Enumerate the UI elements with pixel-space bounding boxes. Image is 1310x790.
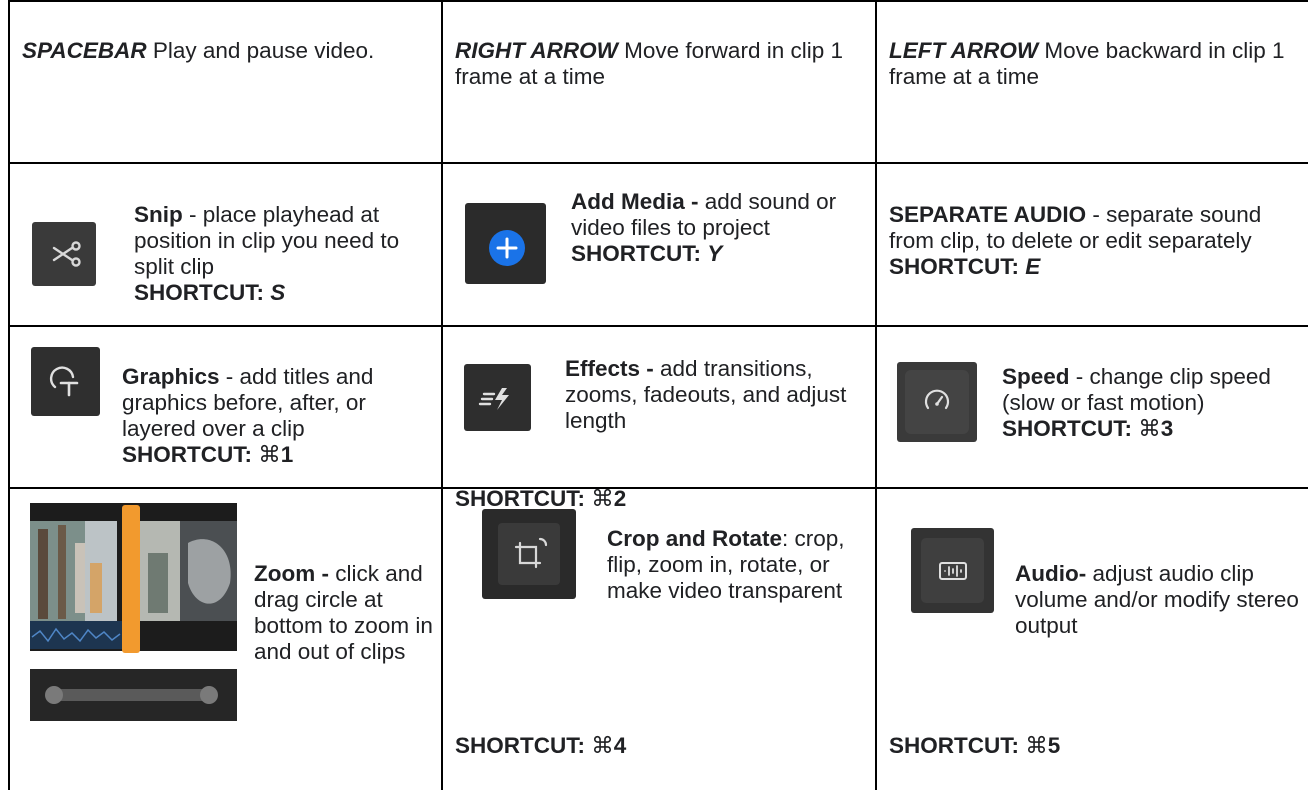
audio-waveform-icon (911, 528, 994, 613)
shortcut-label: SHORTCUT: (455, 486, 592, 511)
shortcut-label: SHORTCUT: (889, 733, 1026, 758)
crop-rotate-shortcut: SHORTCUT: ⌘4 (455, 707, 855, 759)
command-symbol: ⌘ (1025, 733, 1048, 758)
tool-title: Crop and Rotate (607, 526, 783, 551)
table-divider-1 (441, 0, 443, 790)
tool-title: Zoom - (254, 561, 329, 586)
timeline-zoom-thumbnail (30, 503, 237, 721)
shortcut-label: SHORTCUT: (134, 280, 271, 305)
shortcut-key: 5 (1047, 733, 1061, 758)
table-border-left (8, 0, 10, 790)
shortcut-label: SHORTCUT: (122, 442, 259, 467)
tool-title: Add Media - (571, 189, 699, 214)
effects-cell: Effects - add transitions, zooms, fadeou… (565, 330, 865, 434)
command-symbol: ⌘ (591, 733, 614, 758)
shortcut-key-name: RIGHT ARROW (455, 38, 618, 63)
shortcut-key-name: LEFT ARROW (889, 38, 1039, 63)
tool-title: Effects - (565, 356, 654, 381)
effects-icon (464, 364, 531, 431)
shortcut-label: SHORTCUT: (1002, 416, 1139, 441)
shortcut-key: S (270, 280, 286, 305)
shortcut-label: SHORTCUT: (571, 241, 708, 266)
shortcut-label: SHORTCUT: (455, 733, 592, 758)
add-media-cell: Add Media - add sound or video files to … (571, 163, 856, 267)
tool-title: Snip (134, 202, 183, 227)
shortcut-table: SPACEBAR Play and pause video. RIGHT ARR… (8, 0, 1308, 790)
shortcut-key: 4 (613, 733, 627, 758)
table-border-top (8, 0, 1308, 2)
left-arrow-cell: LEFT ARROW Move backward in clip 1 frame… (889, 12, 1299, 90)
speedometer-icon (897, 362, 977, 442)
row-divider-2 (8, 325, 1308, 327)
crop-rotate-cell: Crop and Rotate: crop, flip, zoom in, ro… (607, 500, 862, 604)
graphics-icon (31, 347, 100, 416)
spacebar-cell: SPACEBAR Play and pause video. (22, 12, 422, 64)
shortcut-key: 3 (1160, 416, 1174, 441)
shortcut-label: SHORTCUT: (889, 254, 1026, 279)
right-arrow-cell: RIGHT ARROW Move forward in clip 1 frame… (455, 12, 860, 90)
table-divider-2 (875, 0, 877, 790)
audio-cell: Audio- adjust audio clip volume and/or m… (1015, 535, 1305, 639)
scissors-icon (32, 222, 96, 286)
shortcut-key: E (1025, 254, 1041, 279)
snip-cell: Snip - place playhead at position in cli… (134, 176, 434, 306)
tool-title: Speed (1002, 364, 1070, 389)
command-symbol: ⌘ (1138, 416, 1161, 441)
shortcut-key: 1 (280, 442, 294, 467)
graphics-cell: Graphics - add titles and graphics befor… (122, 338, 437, 468)
tool-title: Graphics (122, 364, 220, 389)
speed-cell: Speed - change clip speed (slow or fast … (1002, 338, 1302, 442)
shortcut-description: Play and pause video. (146, 38, 375, 63)
audio-shortcut: SHORTCUT: ⌘5 (889, 707, 1289, 759)
separate-audio-cell: SEPARATE AUDIO - separate sound from cli… (889, 176, 1299, 280)
plus-circle-icon (465, 203, 546, 284)
tool-title: Audio- (1015, 561, 1087, 586)
zoom-cell: Zoom - click and drag circle at bottom t… (254, 535, 434, 665)
command-symbol: ⌘ (258, 442, 281, 467)
shortcut-key: Y (707, 241, 723, 266)
crop-rotate-icon (482, 509, 576, 599)
tool-title: SEPARATE AUDIO (889, 202, 1087, 227)
shortcut-key-name: SPACEBAR (22, 38, 147, 63)
